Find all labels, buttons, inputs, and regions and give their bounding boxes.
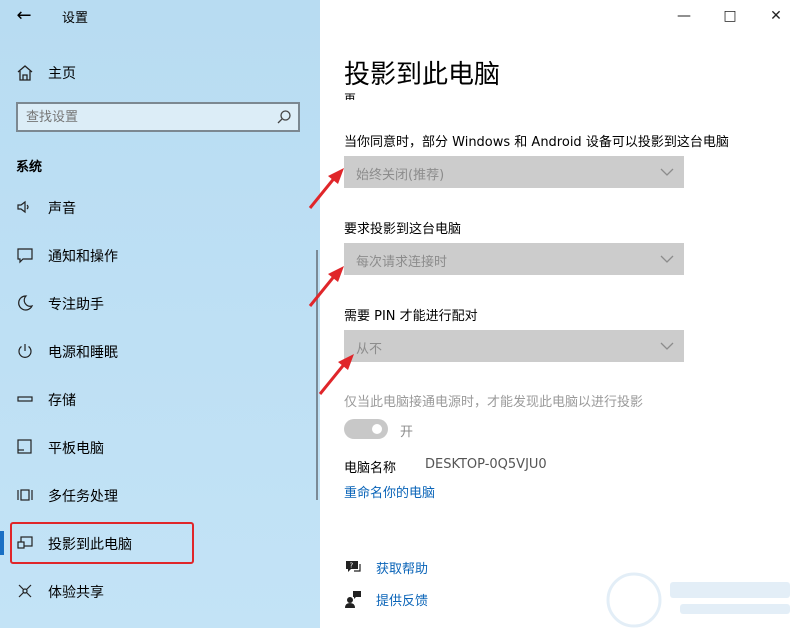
clipped-text: 再。 [344,92,369,100]
toggle-state-label: 开 [400,425,414,440]
dropdown-value: 始终关闭(推荐) [356,168,445,183]
rename-pc-link[interactable]: 重命名你的电脑 [344,482,435,501]
toggle-knob [372,424,382,434]
nav-home[interactable]: 主页 [16,62,76,84]
window-title: 设置 [62,11,89,26]
sidebar-item-power[interactable]: 电源和睡眠 [0,331,320,371]
close-icon[interactable]: ✕ [768,8,784,24]
svg-text:?: ? [350,562,354,570]
sidebar-item-label: 平板电脑 [48,441,104,457]
sidebar-item-label: 通知和操作 [48,249,118,265]
sidebar-item-label: 电源和睡眠 [48,345,118,361]
sidebar-item-label: 多任务处理 [48,489,118,505]
minimize-icon[interactable]: — [676,8,692,24]
sidebar-item-label: 声音 [48,201,76,217]
pc-name-label: 电脑名称 [344,461,397,476]
annotation-arrow-1 [308,168,344,209]
power-option-label: 仅当此电脑接通电源时，才能发现此电脑以进行投影 [344,395,644,410]
pc-name-value: DESKTOP-0Q5VJU0 [425,457,547,472]
tablet-icon [17,439,32,454]
chevron-down-icon [660,168,674,176]
notification-icon [17,248,33,264]
feedback-icon [345,591,361,608]
sidebar-item-notifications[interactable]: 通知和操作 [0,235,320,275]
highlight-box [10,522,194,564]
chevron-down-icon [660,255,674,263]
multitask-icon [17,489,33,501]
power-icon [18,344,32,358]
search-input[interactable] [26,108,266,126]
sidebar-item-focus-assist[interactable]: 专注助手 [0,283,320,323]
content-pane: — □ ✕ 投影到此电脑 再。 当你同意时，部分 Windows 和 Andro… [320,0,804,628]
search-box[interactable] [16,102,300,132]
sidebar-item-label: 体验共享 [48,585,104,601]
watermark-logo [606,572,790,628]
setting-label-allow-projection: 当你同意时，部分 Windows 和 Android 设备可以投影到这台电脑 [344,135,729,150]
section-heading: 系统 [16,160,43,175]
sidebar-item-multitasking[interactable]: 多任务处理 [0,475,320,515]
annotation-arrow-3 [318,354,354,395]
maximize-icon[interactable]: □ [722,8,738,24]
annotation-arrow-2 [308,266,344,307]
sidebar-item-storage[interactable]: 存储 [0,379,320,419]
setting-label-require-pin: 需要 PIN 才能进行配对 [344,309,478,324]
help-chat-icon: ? [346,561,361,572]
dropdown-value: 从不 [356,342,383,357]
sidebar: ← 设置 主页 系统 声音 通知和操作 专注助手 电源和睡眠 存储 平板电脑 多… [0,0,320,628]
dropdown-ask-to-project[interactable]: 每次请求连接时 [344,243,684,275]
nav-home-label: 主页 [48,66,76,82]
active-indicator [0,531,4,555]
get-help-label: 获取帮助 [376,562,429,577]
dropdown-value: 每次请求连接时 [356,255,448,270]
sidebar-item-shared-experiences[interactable]: 体验共享 [0,571,320,611]
sidebar-item-label: 专注助手 [48,297,104,313]
dropdown-allow-projection[interactable]: 始终关闭(推荐) [344,156,684,188]
setting-label-ask-to-project: 要求投影到这台电脑 [344,222,462,237]
moon-icon [18,295,34,311]
sidebar-item-sound[interactable]: 声音 [0,187,320,227]
home-icon [17,65,33,81]
storage-icon [17,396,33,402]
sidebar-item-tablet[interactable]: 平板电脑 [0,427,320,467]
back-arrow-icon[interactable]: ← [12,4,36,28]
dropdown-require-pin[interactable]: 从不 [344,330,684,362]
power-toggle[interactable] [344,419,388,439]
search-icon[interactable] [276,109,292,125]
page-title: 投影到此电脑 [344,60,501,90]
sidebar-item-label: 存储 [48,393,76,409]
feedback-label: 提供反馈 [376,594,429,609]
share-icon [18,584,32,598]
speaker-icon [17,200,29,214]
chevron-down-icon [660,342,674,350]
